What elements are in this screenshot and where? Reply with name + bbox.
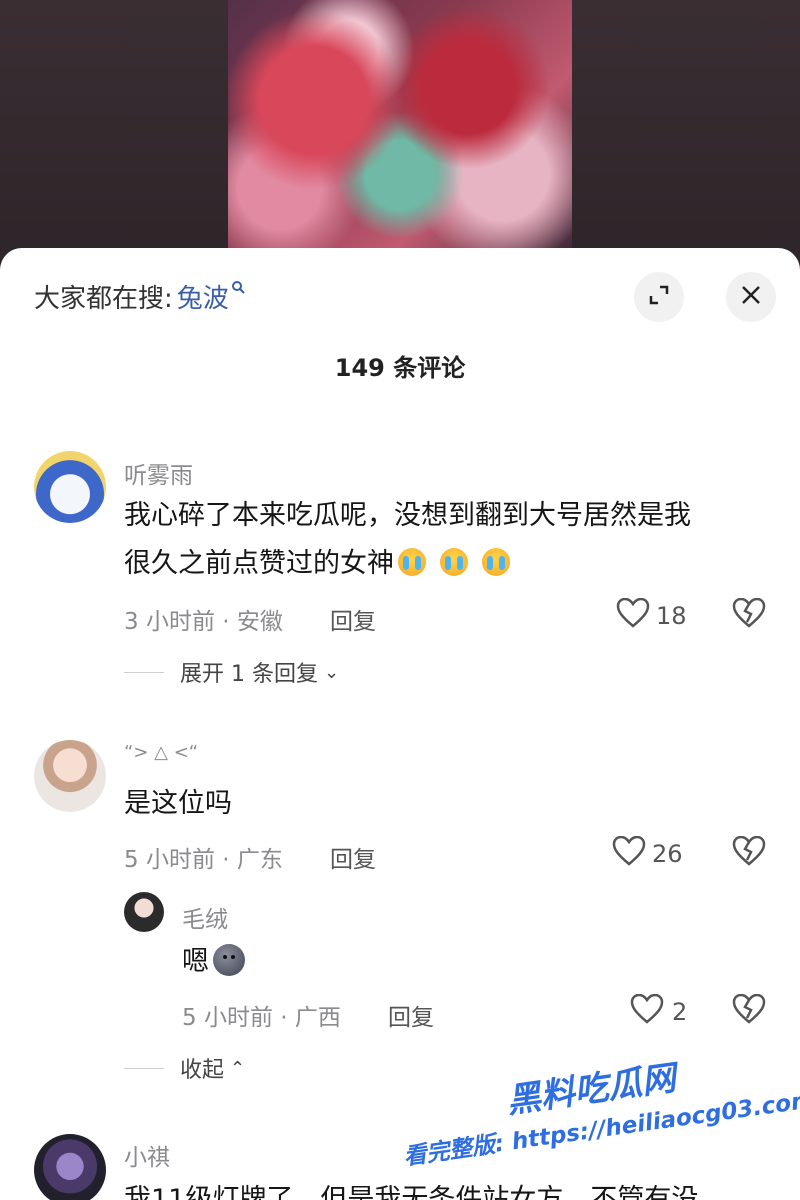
heart-icon xyxy=(612,835,646,872)
comment-text-line: 我心碎了本来吃瓜呢，没想到翻到大号居然是我 xyxy=(124,500,691,531)
comment-author[interactable]: 小祺 xyxy=(124,1138,170,1172)
like-button[interactable]: 18 xyxy=(616,597,687,634)
like-button[interactable]: 2 xyxy=(630,993,688,1030)
search-prefix: 大家都在搜: xyxy=(34,284,173,314)
reply-avatar[interactable] xyxy=(124,892,164,932)
comment-text: 是这位吗 xyxy=(124,788,232,819)
reply-meta: 5 小时前 · 广西 xyxy=(182,1005,341,1031)
crying-emoji-icon xyxy=(482,548,510,576)
broken-heart-icon xyxy=(732,993,766,1028)
reply-author[interactable]: 毛绒 xyxy=(182,900,228,934)
comment-meta: 3 小时前 · 安徽 xyxy=(124,609,283,635)
like-button[interactable]: 26 xyxy=(612,835,683,872)
broken-heart-icon xyxy=(732,597,766,632)
comment-author[interactable]: 听雾雨 xyxy=(124,456,193,490)
avatar[interactable] xyxy=(34,451,106,523)
blob-emoji-icon xyxy=(213,944,245,976)
avatar[interactable] xyxy=(34,740,106,812)
broken-heart-icon xyxy=(732,835,766,870)
expand-replies-button[interactable]: 展开 1 条回复 ⌄ xyxy=(124,656,339,688)
reply-text-content: 嗯 xyxy=(182,946,209,977)
like-count: 26 xyxy=(652,840,683,868)
reply-text: 嗯 xyxy=(182,938,245,986)
chevron-up-icon: ⌃ xyxy=(230,1057,246,1079)
comment-text: 我心碎了本来吃瓜呢，没想到翻到大号居然是我 很久之前点赞过的女神 xyxy=(124,492,774,588)
collapse-replies-label: 收起 xyxy=(180,1058,225,1083)
dislike-button[interactable] xyxy=(732,993,766,1028)
chevron-down-icon: ⌄ xyxy=(323,661,340,683)
comment-meta: 5 小时前 · 广东 xyxy=(124,847,283,873)
expand-icon xyxy=(648,284,670,310)
reply-button[interactable]: 回复 xyxy=(388,998,434,1032)
video-thumbnail[interactable] xyxy=(228,0,572,250)
comment-text-line-2: 很久之前点赞过的女神 xyxy=(124,548,394,579)
comment-text-line: 很久之前点赞过的女神 xyxy=(124,540,774,588)
comment-text: 我11级灯牌了，但是我无条件站女方，不管有没 xyxy=(124,1184,699,1200)
close-button[interactable] xyxy=(726,272,776,322)
like-count: 2 xyxy=(672,998,688,1026)
reply-button[interactable]: 回复 xyxy=(330,602,376,636)
crying-emoji-icon xyxy=(440,548,468,576)
dislike-button[interactable] xyxy=(732,597,766,632)
expand-button[interactable] xyxy=(634,272,684,322)
divider-line xyxy=(124,671,164,673)
collapse-replies-button[interactable]: 收起 ⌃ xyxy=(124,1052,245,1084)
avatar[interactable] xyxy=(34,1134,106,1200)
divider-line xyxy=(124,1067,164,1069)
search-icon xyxy=(231,279,245,298)
dislike-button[interactable] xyxy=(732,835,766,870)
comments-count-title: 149 条评论 xyxy=(334,354,466,382)
expand-replies-label: 展开 1 条回复 xyxy=(180,662,318,687)
search-term-link[interactable]: 兔波 xyxy=(177,278,229,315)
like-count: 18 xyxy=(656,602,687,630)
heart-icon xyxy=(630,993,664,1030)
reply-button[interactable]: 回复 xyxy=(330,840,376,874)
crying-emoji-icon xyxy=(398,548,426,576)
close-icon xyxy=(740,284,762,310)
heart-icon xyxy=(616,597,650,634)
search-suggestion[interactable]: 大家都在搜: 兔波 xyxy=(34,278,245,315)
comment-author[interactable]: “> △ <“ xyxy=(124,742,198,763)
